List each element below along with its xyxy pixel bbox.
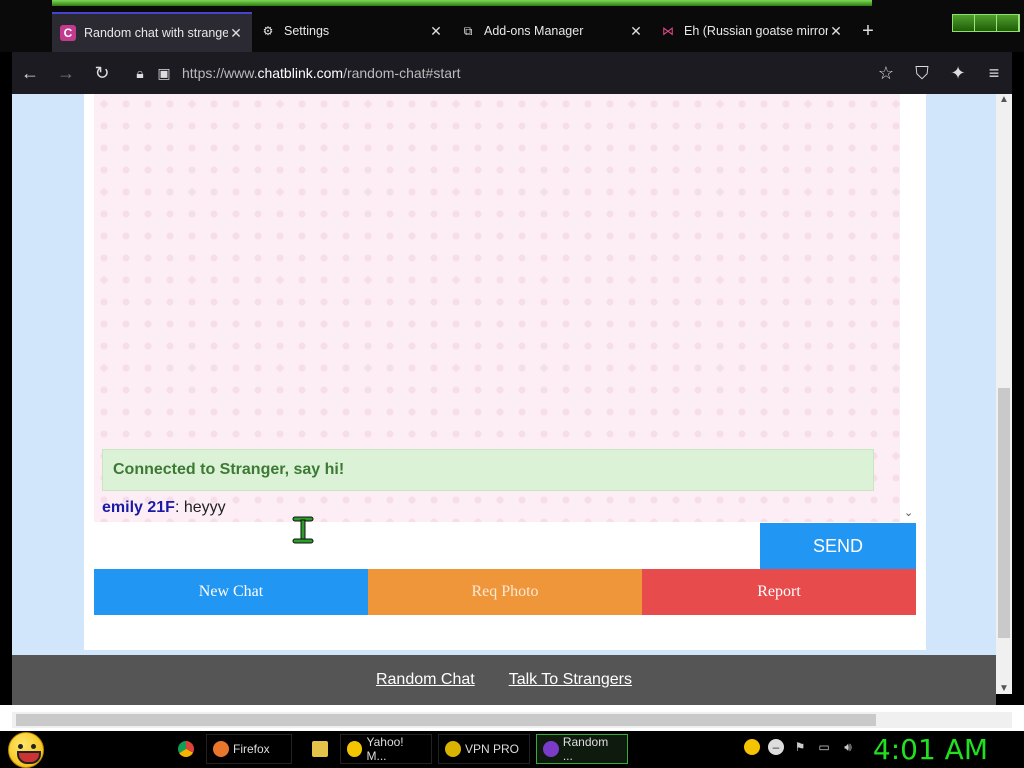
close-icon[interactable]: ✕ bbox=[628, 23, 644, 40]
horizontal-scrollbar[interactable] bbox=[12, 712, 1012, 728]
chrome-icon[interactable] bbox=[172, 734, 204, 764]
gear-icon: ⚙ bbox=[262, 24, 274, 38]
chat-message: emily 21F: heyyy bbox=[102, 499, 226, 517]
taskbar-item-random[interactable]: Random ... bbox=[536, 734, 628, 764]
system-tray: – ⚑ ▭ 🔊︎ bbox=[744, 739, 856, 755]
chatblink-favicon-icon: C bbox=[60, 25, 76, 41]
extensions-icon[interactable]: ✦ bbox=[940, 57, 976, 89]
reload-button[interactable]: ↻ bbox=[84, 57, 120, 89]
tab-label: Settings bbox=[284, 24, 330, 38]
tor-icon bbox=[543, 741, 559, 757]
address-bar[interactable]: 🔒︎ ▣ https://www.chatblink.com/random-ch… bbox=[128, 57, 860, 89]
tab-label: Eh (Russian goatse mirror) bbox=[684, 24, 828, 38]
page-footer: Random Chat Talk To Strangers bbox=[12, 655, 996, 705]
butterfly-icon: ⋈ bbox=[662, 24, 674, 38]
lock-icon[interactable]: 🔒︎ bbox=[128, 65, 152, 82]
scrollbar-thumb[interactable] bbox=[998, 388, 1010, 638]
taskbar-item-yahoo[interactable]: Yahoo! M... bbox=[340, 734, 432, 764]
yahoo-smiley-icon bbox=[347, 741, 363, 757]
message-input[interactable] bbox=[94, 523, 750, 569]
menu-icon[interactable]: ≡ bbox=[976, 57, 1012, 89]
close-icon[interactable]: ✕ bbox=[428, 23, 444, 40]
input-row: SEND bbox=[94, 523, 916, 569]
chevron-down-icon[interactable]: ▼ bbox=[996, 683, 1012, 694]
taskbar-label: Yahoo! M... bbox=[366, 735, 404, 763]
chevron-up-icon[interactable]: ▲ bbox=[996, 94, 1012, 105]
new-tab-button[interactable]: + bbox=[852, 12, 884, 50]
tab-label: Add-ons Manager bbox=[484, 24, 584, 38]
vpn-icon bbox=[445, 741, 461, 757]
flag-tray-icon[interactable]: ⚑ bbox=[792, 739, 808, 755]
bookmark-star-icon[interactable]: ☆ bbox=[868, 57, 904, 89]
vertical-scrollbar[interactable]: ▲ ▼ bbox=[996, 94, 1012, 694]
footer-link-talk-to-strangers[interactable]: Talk To Strangers bbox=[509, 671, 632, 689]
text-cursor-icon bbox=[292, 516, 314, 544]
report-button[interactable]: Report bbox=[642, 569, 916, 615]
chevron-down-icon[interactable]: ⌄ bbox=[904, 506, 916, 519]
message-nick: emily 21F bbox=[102, 499, 175, 516]
shield-icon[interactable]: ⛉ bbox=[904, 57, 940, 89]
taskbar-item-firefox[interactable]: Firefox bbox=[206, 734, 292, 764]
window-controls[interactable] bbox=[952, 14, 1020, 32]
taskbar: Firefox Yahoo! M... VPN PRO Random ... –… bbox=[0, 731, 1024, 768]
taskbar-item-vpn[interactable]: VPN PRO bbox=[438, 734, 530, 764]
puzzle-icon: ⧉ bbox=[463, 23, 473, 38]
message-text: : heyyy bbox=[174, 499, 226, 516]
window-titlebar: C Random chat with strange ✕ ⚙ Settings … bbox=[0, 0, 1024, 52]
tab-random-chat[interactable]: C Random chat with strange ✕ bbox=[52, 12, 252, 52]
action-row: New Chat Req Photo Report bbox=[94, 569, 916, 615]
scrollbar-thumb[interactable] bbox=[16, 714, 876, 726]
smiley-tray-icon[interactable] bbox=[744, 739, 760, 755]
close-icon[interactable]: ✕ bbox=[828, 23, 844, 40]
tab-settings[interactable]: ⚙ Settings ✕ bbox=[252, 12, 452, 50]
taskbar-clock[interactable]: 4:01 AM bbox=[873, 733, 988, 766]
volume-icon[interactable]: 🔊︎ bbox=[840, 739, 856, 755]
send-button[interactable]: SEND bbox=[760, 523, 916, 569]
tab-addons[interactable]: ⧉ Add-ons Manager ✕ bbox=[452, 12, 652, 50]
minus-tray-icon[interactable]: – bbox=[768, 739, 784, 755]
firefox-icon bbox=[213, 741, 229, 757]
system-message: Connected to Stranger, say hi! bbox=[102, 449, 874, 491]
navigation-toolbar: ← → ↻ 🔒︎ ▣ https://www.chatblink.com/ran… bbox=[12, 52, 1012, 94]
new-chat-button[interactable]: New Chat bbox=[94, 569, 368, 615]
forward-button[interactable]: → bbox=[48, 57, 84, 89]
folder-icon[interactable] bbox=[306, 734, 338, 764]
close-icon[interactable]: ✕ bbox=[228, 25, 244, 42]
page-content: ⌄ Connected to Stranger, say hi! emily 2… bbox=[12, 94, 996, 705]
tab-eh[interactable]: ⋈ Eh (Russian goatse mirror) ✕ bbox=[652, 12, 852, 50]
window-accent-bar bbox=[52, 0, 872, 6]
network-icon[interactable]: ▭ bbox=[816, 739, 832, 755]
taskbar-label: Firefox bbox=[233, 742, 270, 756]
taskbar-label: VPN PRO bbox=[465, 742, 520, 756]
tab-label: Random chat with strange bbox=[84, 26, 228, 40]
taskbar-label: Random ... bbox=[562, 735, 609, 763]
back-button[interactable]: ← bbox=[12, 57, 48, 89]
start-smiley-icon[interactable] bbox=[8, 732, 44, 768]
page-info-icon[interactable]: ▣ bbox=[152, 65, 176, 82]
tab-strip: C Random chat with strange ✕ ⚙ Settings … bbox=[52, 12, 884, 52]
chat-panel: ⌄ Connected to Stranger, say hi! emily 2… bbox=[84, 94, 926, 650]
url-text: https://www.chatblink.com/random-chat#st… bbox=[182, 65, 461, 81]
footer-link-random-chat[interactable]: Random Chat bbox=[376, 671, 475, 689]
req-photo-button[interactable]: Req Photo bbox=[368, 569, 642, 615]
